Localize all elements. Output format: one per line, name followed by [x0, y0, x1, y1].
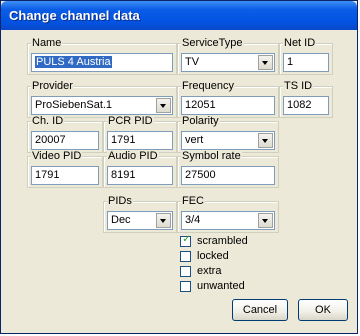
polarity-group: Polarity vert	[177, 115, 279, 153]
cancel-button[interactable]: Cancel	[232, 299, 288, 321]
pcr-pid-input[interactable]: 1791	[107, 131, 173, 150]
net-id-value: 1	[287, 56, 294, 68]
audio-pid-input[interactable]: 8191	[107, 166, 173, 185]
ts-id-value: 1082	[287, 99, 312, 111]
audio-pid-value: 8191	[111, 169, 136, 181]
frequency-input[interactable]: 12051	[181, 96, 275, 115]
provider-group: Provider ProSiebenSat.1	[27, 80, 177, 118]
audio-pid-label: Audio PID	[107, 150, 159, 162]
pcr-pid-group: PCR PID 1791	[103, 115, 177, 153]
fec-dropdown-button[interactable]	[258, 213, 273, 228]
net-id-label: Net ID	[283, 37, 317, 49]
chevron-down-icon	[262, 219, 268, 223]
audio-pid-group: Audio PID 8191	[103, 150, 177, 188]
change-channel-dialog: Change channel data Name PULS 4 Austria …	[0, 0, 358, 334]
name-group: Name PULS 4 Austria	[27, 37, 177, 75]
ts-id-input[interactable]: 1082	[283, 96, 329, 115]
ch-id-label: Ch. ID	[31, 115, 65, 127]
name-input[interactable]: PULS 4 Austria	[31, 53, 173, 72]
pcr-pid-value: 1791	[111, 134, 136, 146]
fec-group: FEC 3/4	[177, 195, 279, 233]
service-type-label: ServiceType	[181, 37, 244, 49]
video-pid-input[interactable]: 1791	[31, 166, 99, 185]
symbol-rate-input[interactable]: 27500	[181, 166, 275, 185]
unwanted-label: unwanted	[197, 280, 245, 292]
scrambled-label: scrambled	[197, 235, 248, 247]
name-label: Name	[31, 37, 63, 49]
video-pid-label: Video PID	[31, 150, 83, 162]
ch-id-input[interactable]: 20007	[31, 131, 99, 150]
ok-button[interactable]: OK	[298, 299, 348, 321]
service-type-dropdown-button[interactable]	[258, 55, 273, 70]
chevron-down-icon	[262, 139, 268, 143]
ts-id-label: TS ID	[283, 80, 314, 92]
pids-value: Dec	[111, 214, 131, 226]
video-pid-value: 1791	[35, 169, 60, 181]
pids-dropdown-button[interactable]	[156, 213, 171, 228]
extra-label: extra	[197, 265, 222, 277]
symbol-rate-value: 27500	[185, 169, 216, 181]
service-type-value: TV	[185, 56, 200, 68]
pids-group: PIDs Dec	[103, 195, 177, 233]
polarity-select[interactable]: vert	[181, 131, 275, 150]
fec-label: FEC	[181, 195, 205, 207]
extra-checkbox[interactable]	[180, 266, 191, 277]
ch-id-value: 20007	[35, 134, 66, 146]
chevron-down-icon	[262, 61, 268, 65]
fec-select[interactable]: 3/4	[181, 211, 275, 230]
service-type-select[interactable]: TV	[181, 53, 275, 72]
chevron-down-icon	[160, 104, 166, 108]
frequency-value: 12051	[185, 99, 216, 111]
pids-label: PIDs	[107, 195, 133, 207]
polarity-label: Polarity	[181, 115, 220, 127]
service-type-group: ServiceType TV	[177, 37, 279, 75]
name-value: PULS 4 Austria	[35, 56, 112, 68]
provider-dropdown-button[interactable]	[156, 98, 171, 113]
symbol-rate-label: Symbol rate	[181, 150, 242, 162]
window-title: Change channel data	[9, 8, 140, 23]
polarity-dropdown-button[interactable]	[258, 133, 273, 148]
provider-value: ProSiebenSat.1	[35, 99, 113, 111]
frequency-label: Frequency	[181, 80, 235, 92]
ts-id-group: TS ID 1082	[279, 80, 333, 118]
dialog-body: Name PULS 4 Austria ServiceType TV Net I…	[5, 30, 353, 329]
checkmark-icon: ✓	[182, 234, 191, 245]
provider-label: Provider	[31, 80, 74, 92]
scrambled-checkbox[interactable]: ✓	[180, 234, 191, 247]
frequency-group: Frequency 12051	[177, 80, 279, 118]
net-id-group: Net ID 1	[279, 37, 333, 75]
fec-value: 3/4	[185, 214, 201, 226]
locked-checkbox[interactable]	[180, 251, 191, 262]
ch-id-group: Ch. ID 20007	[27, 115, 103, 153]
pcr-pid-label: PCR PID	[107, 115, 154, 127]
pids-select[interactable]: Dec	[107, 211, 173, 230]
chevron-down-icon	[160, 219, 166, 223]
unwanted-checkbox[interactable]	[180, 281, 191, 292]
provider-select[interactable]: ProSiebenSat.1	[31, 96, 173, 115]
net-id-input[interactable]: 1	[283, 53, 329, 72]
title-bar[interactable]: Change channel data	[1, 1, 357, 30]
video-pid-group: Video PID 1791	[27, 150, 103, 188]
polarity-value: vert	[185, 134, 204, 146]
locked-label: locked	[197, 250, 229, 262]
symbol-rate-group: Symbol rate 27500	[177, 150, 279, 188]
